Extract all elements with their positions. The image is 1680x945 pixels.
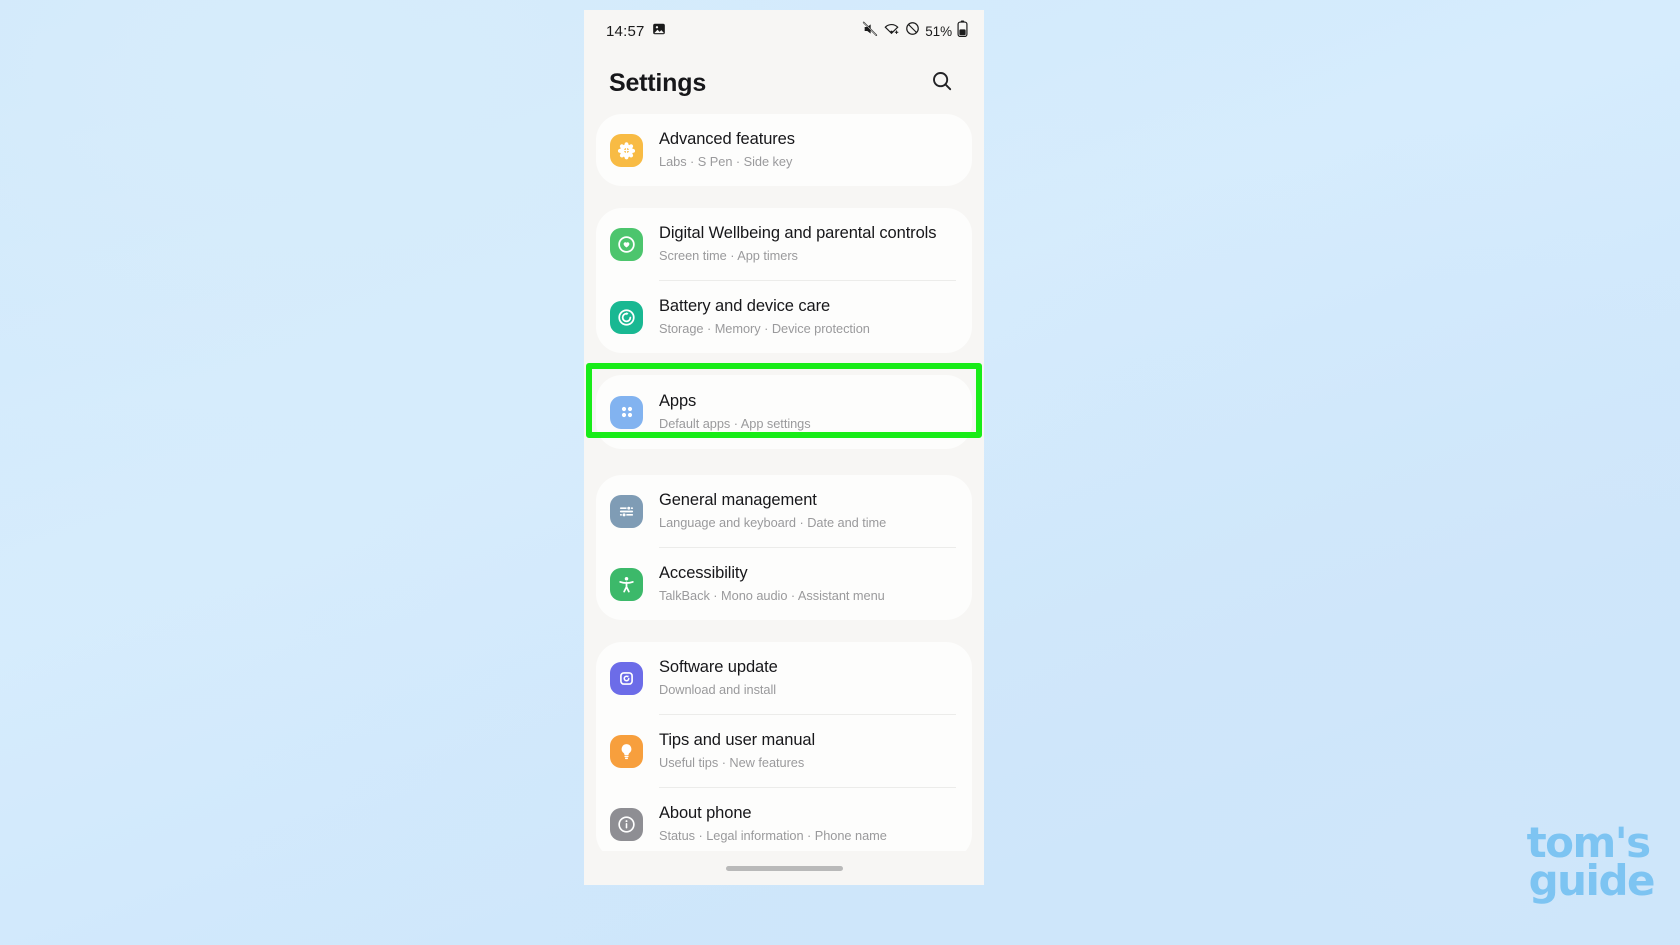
settings-item-title: Software update — [659, 658, 778, 676]
settings-item-subtitle: TalkBack · Mono audio · Assistant menu — [659, 588, 885, 603]
advanced-features-icon — [610, 133, 643, 167]
status-bar-right: 51% — [862, 20, 968, 42]
status-bar-clock: 14:57 — [606, 22, 645, 40]
about-phone-icon — [610, 807, 643, 841]
settings-item-text: General management Language and keyboard… — [659, 490, 956, 532]
settings-item-title: Battery and device care — [659, 297, 831, 315]
search-icon — [930, 69, 954, 98]
settings-group-wellbeing-battery: Digital Wellbeing and parental controls … — [596, 208, 972, 353]
phone-screen: 14:57 51% Settings Advanced features Lab… — [584, 10, 984, 885]
settings-item-subtitle: Labs · S Pen · Side key — [659, 154, 793, 169]
settings-item-general-management[interactable]: General management Language and keyboard… — [596, 475, 972, 547]
settings-item-battery-device-care[interactable]: Battery and device care Storage · Memory… — [596, 281, 972, 353]
settings-item-title: Tips and user manual — [659, 731, 816, 749]
settings-item-digital-wellbeing[interactable]: Digital Wellbeing and parental controls … — [596, 208, 972, 280]
settings-item-apps[interactable]: Apps Default apps · App settings — [596, 375, 972, 449]
settings-item-subtitle: Useful tips · New features — [659, 755, 805, 770]
watermark-line-2: guide — [1528, 856, 1656, 906]
settings-item-title: General management — [659, 491, 817, 509]
software-update-icon — [610, 661, 643, 695]
settings-list[interactable]: Advanced features Labs · S Pen · Side ke… — [584, 114, 984, 860]
watermark: tom's guide — [1527, 821, 1656, 906]
settings-item-text: Advanced features Labs · S Pen · Side ke… — [659, 129, 956, 171]
settings-group-general-accessibility: General management Language and keyboard… — [596, 475, 972, 620]
accessibility-icon — [610, 567, 643, 601]
wifi-calling-icon — [883, 21, 900, 42]
settings-item-about-phone[interactable]: About phone Status · Legal information ·… — [596, 788, 972, 860]
settings-item-advanced-features[interactable]: Advanced features Labs · S Pen · Side ke… — [596, 114, 972, 186]
tips-icon — [610, 734, 643, 768]
screenshot-canvas: 14:57 51% Settings Advanced features Lab… — [0, 0, 1680, 945]
settings-item-text: Battery and device care Storage · Memory… — [659, 296, 956, 338]
settings-item-subtitle: Status · Legal information · Phone name — [659, 828, 887, 843]
digital-wellbeing-icon — [610, 227, 643, 261]
settings-item-accessibility[interactable]: Accessibility TalkBack · Mono audio · As… — [596, 548, 972, 620]
settings-group-apps: Apps Default apps · App settings — [596, 375, 972, 449]
home-indicator[interactable] — [725, 865, 843, 871]
battery-device-care-icon — [610, 300, 643, 334]
settings-item-subtitle: Download and install — [659, 682, 777, 697]
settings-item-title: Accessibility — [659, 564, 748, 582]
settings-item-subtitle: Storage · Memory · Device protection — [659, 321, 870, 336]
settings-item-text: About phone Status · Legal information ·… — [659, 803, 956, 845]
settings-item-title: About phone — [659, 804, 752, 822]
general-management-icon — [610, 494, 643, 528]
apps-icon — [610, 395, 643, 429]
status-bar-left: 14:57 — [606, 22, 666, 41]
settings-item-text: Apps Default apps · App settings — [659, 391, 956, 433]
settings-item-software-update[interactable]: Software update Download and install — [596, 642, 972, 714]
settings-item-subtitle: Language and keyboard · Date and time — [659, 515, 887, 530]
dnd-icon — [905, 21, 920, 41]
status-bar: 14:57 51% — [584, 10, 984, 52]
settings-item-subtitle: Screen time · App timers — [659, 248, 798, 263]
mute-icon — [862, 21, 878, 42]
settings-item-title: Advanced features — [659, 130, 795, 148]
settings-item-text: Accessibility TalkBack · Mono audio · As… — [659, 563, 956, 605]
settings-group-advanced: Advanced features Labs · S Pen · Side ke… — [596, 114, 972, 186]
battery-icon — [957, 20, 968, 42]
settings-item-title: Apps — [659, 392, 697, 410]
settings-item-title: Digital Wellbeing and parental controls — [659, 224, 937, 242]
navigation-bar — [584, 851, 984, 885]
page-title: Settings — [609, 68, 707, 97]
settings-group-update-tips-about: Software update Download and install Tip… — [596, 642, 972, 860]
screenshot-icon — [652, 22, 666, 41]
battery-percent-label: 51% — [925, 23, 952, 39]
settings-header: Settings — [584, 52, 984, 114]
settings-item-text: Tips and user manual Useful tips · New f… — [659, 730, 956, 772]
settings-item-tips-user-manual[interactable]: Tips and user manual Useful tips · New f… — [596, 715, 972, 787]
settings-item-text: Digital Wellbeing and parental controls … — [659, 223, 956, 265]
search-button[interactable] — [924, 65, 960, 101]
settings-item-subtitle: Default apps · App settings — [659, 416, 811, 431]
settings-item-text: Software update Download and install — [659, 657, 956, 699]
